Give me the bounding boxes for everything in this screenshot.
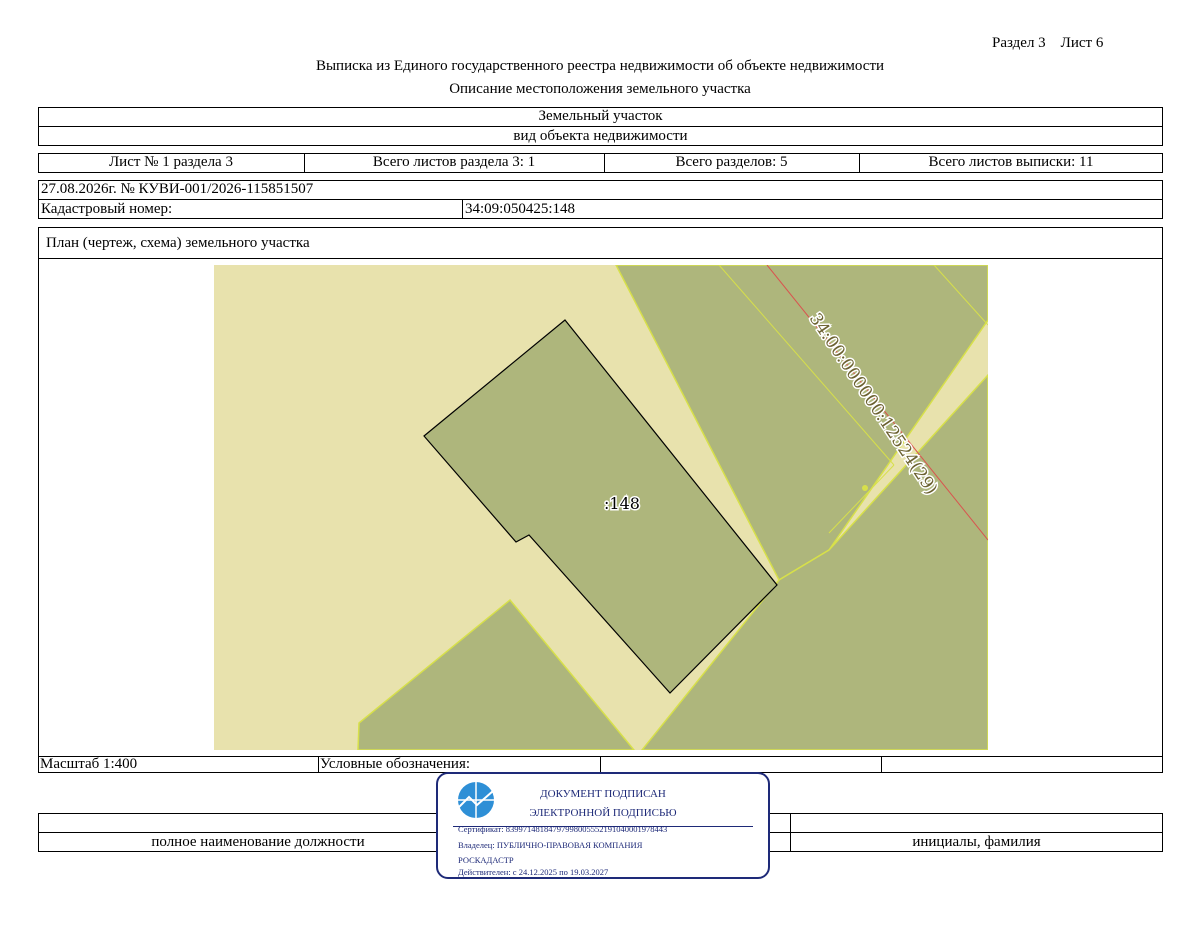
stamp-validity: Действителен: с 24.12.2025 по 19.03.2027 <box>458 867 609 877</box>
stamp-owner-name: РОСКАДАСТР <box>458 855 514 865</box>
position-caption: полное наименование должности <box>151 834 365 850</box>
legend-label: Условные обозначения: <box>320 756 471 772</box>
plan-heading: План (чертеж, схема) земельного участка <box>46 235 310 251</box>
total-extract-sheets: Всего листов выписки: 11 <box>928 154 1094 170</box>
divider <box>318 756 319 773</box>
cadastral-number-label: Кадастровый номер: <box>41 201 173 217</box>
divider <box>462 199 463 219</box>
section-sheet-label: Раздел 3 Лист 6 <box>992 35 1104 51</box>
electronic-signature-stamp: ДОКУМЕНТ ПОДПИСАН ЭЛЕКТРОННОЙ ПОДПИСЬЮ С… <box>436 772 770 879</box>
total-section-sheets: Всего листов раздела 3: 1 <box>372 154 536 170</box>
cadastral-number-value: 34:09:050425:148 <box>465 201 576 217</box>
divider <box>38 258 1163 259</box>
divider <box>38 126 1163 127</box>
boundary-point <box>862 485 868 491</box>
sheet-number: Лист № 1 раздела 3 <box>109 154 233 170</box>
document-title: Выписка из Единого государственного реес… <box>315 58 885 74</box>
total-sections: Всего разделов: 5 <box>675 154 788 170</box>
initials-caption: инициалы, фамилия <box>912 834 1041 850</box>
scale-label: Масштаб 1:400 <box>40 756 138 772</box>
record-date-number: 27.08.2026г. № КУВИ-001/2026-115851507 <box>41 181 314 197</box>
stamp-line-2: ЭЛЕКТРОННОЙ ПОДПИСЬЮ <box>529 807 677 819</box>
object-kind: Земельный участок <box>538 108 663 124</box>
divider <box>600 756 601 773</box>
document-subtitle: Описание местоположения земельного участ… <box>449 81 751 97</box>
object-kind-caption: вид объекта недвижимости <box>513 128 688 144</box>
stamp-line-1: ДОКУМЕНТ ПОДПИСАН <box>540 788 666 800</box>
parcel-148-label: :148 <box>604 494 640 513</box>
parcel-map: :148 :148 34:00:000000:12524(29) 34:00:0… <box>214 265 988 750</box>
divider <box>38 199 1163 200</box>
divider <box>881 756 882 773</box>
stamp-certificate: Сертификат: 8399714818479799800555219104… <box>458 824 668 834</box>
stamp-owner: Владелец: ПУБЛИЧНО-ПРАВОВАЯ КОМПАНИЯ <box>458 840 643 850</box>
